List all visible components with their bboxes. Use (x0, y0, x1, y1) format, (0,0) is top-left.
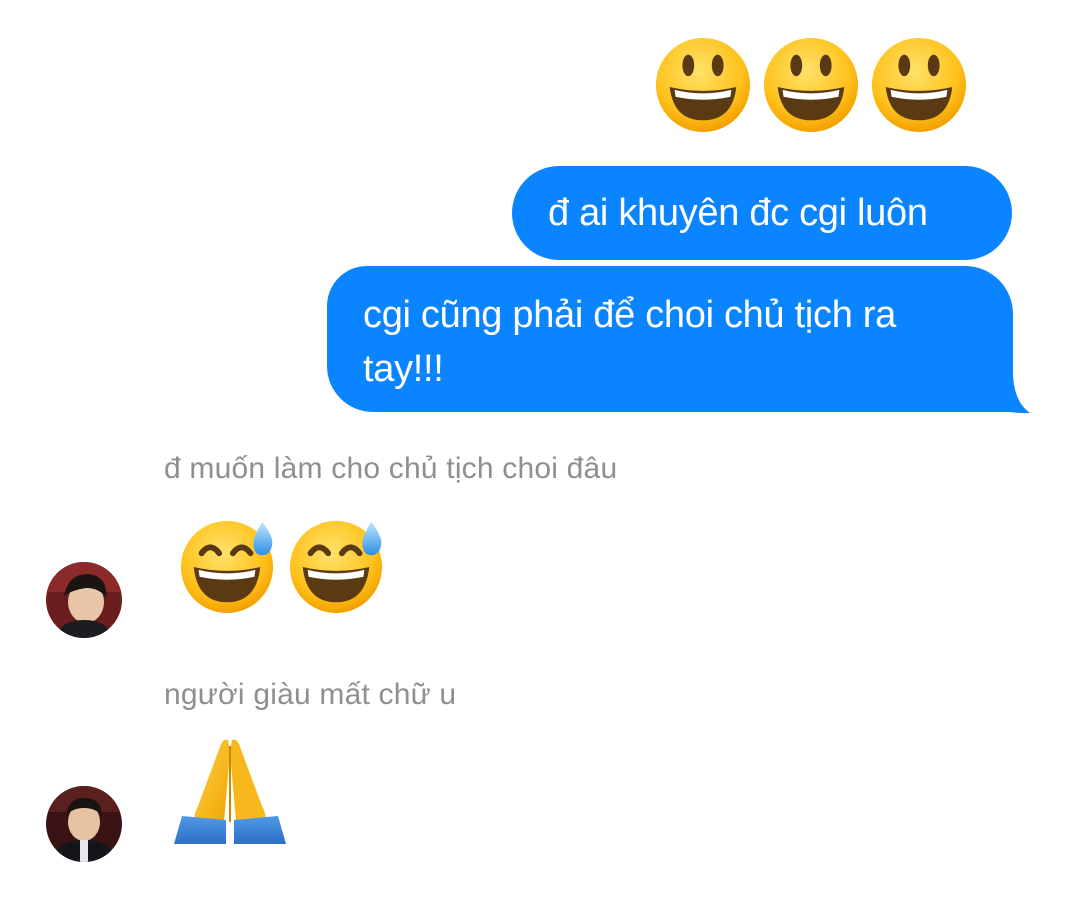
grinning-face-emoji[interactable] (654, 36, 752, 134)
outgoing-message-bubble[interactable]: đ ai khuyên đc cgi luôn (512, 166, 1012, 260)
grinning-face-emoji[interactable] (762, 36, 860, 134)
folded-hands-emoji[interactable] (174, 736, 286, 844)
avatar[interactable] (46, 562, 122, 638)
outgoing-message-bubble[interactable]: cgi cũng phải để choi chủ tịch ra tay!!! (327, 266, 1013, 412)
grinning-face-with-sweat-emoji[interactable] (178, 516, 276, 614)
message-text: cgi cũng phải để choi chủ tịch ra tay!!! (363, 294, 896, 390)
reply-note: người giàu mất chữ u (164, 678, 457, 711)
grinning-face-emoji[interactable] (870, 36, 968, 134)
avatar[interactable] (46, 786, 122, 862)
bubble-tail (960, 352, 1030, 414)
message-text: đ ai khuyên đc cgi luôn (548, 192, 928, 234)
grinning-face-with-sweat-emoji[interactable] (287, 516, 385, 614)
reply-note: đ muốn làm cho chủ tịch choi đâu (164, 452, 618, 485)
chat-thread[interactable]: đ ai khuyên đc cgi luôn cgi cũng phải để… (0, 0, 1080, 921)
